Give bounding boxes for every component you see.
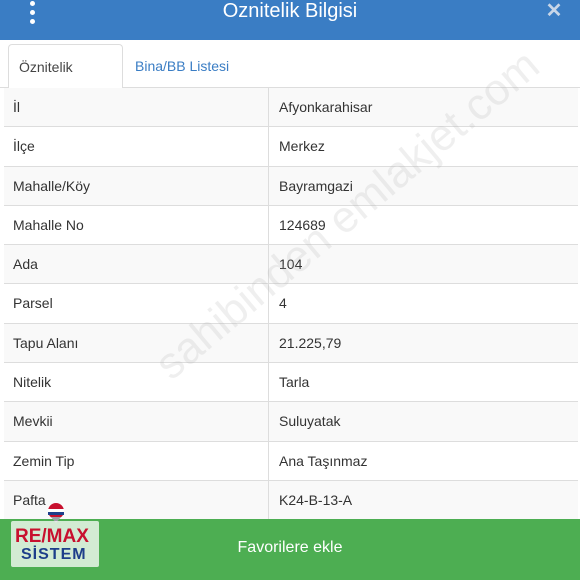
tab-attribute-info[interactable]: Öznitelik Bilgisi <box>8 44 123 119</box>
tab-bar: Öznitelik Bilgisi Bina/BB Listesi <box>0 40 580 119</box>
table-row: İlçe Merkez <box>4 127 578 167</box>
attribute-info-window: Oznitelik Bilgisi ✕ Öznitelik Bilgisi Bi… <box>0 0 580 580</box>
table-row: Parsel 4 <box>4 284 578 324</box>
table-row: Pafta K24-B-13-A <box>4 480 578 521</box>
row-value: Bayramgazi <box>268 166 578 206</box>
row-value: 4 <box>268 284 578 324</box>
table-row: Nitelik Tarla <box>4 363 578 403</box>
row-value: Merkez <box>268 127 578 167</box>
row-key: Nitelik <box>13 374 52 391</box>
window-title: Oznitelik Bilgisi <box>222 0 358 22</box>
table-row: Mahalle/Köy Bayramgazi <box>4 166 578 206</box>
row-value: K24-B-13-A <box>268 480 578 520</box>
table-row: Mahalle No 124689 <box>4 205 578 246</box>
row-value: Tarla <box>268 363 578 403</box>
row-value: 104 <box>268 245 578 285</box>
table-row: Ada 104 <box>4 245 578 285</box>
row-key: Parsel <box>13 295 53 312</box>
row-key: Tapu Alanı <box>13 334 79 351</box>
table-row: Zemin Tip Ana Taşınmaz <box>4 441 578 481</box>
add-to-favorites-button[interactable]: Favorilere ekle <box>0 519 580 577</box>
table-row: Mevkii Suluyatak <box>4 402 578 442</box>
row-key: Mevkii <box>13 413 53 430</box>
row-key: Pafta <box>13 491 46 508</box>
row-value: 124689 <box>268 205 578 245</box>
row-key: Ada <box>13 256 38 273</box>
row-value: Suluyatak <box>268 402 578 442</box>
row-value: Afyonkarahisar <box>268 88 578 127</box>
row-key: Zemin Tip <box>13 452 75 469</box>
tab-building-list[interactable]: Bina/BB Listesi <box>125 44 239 89</box>
row-key: İl <box>13 99 20 115</box>
footer-bar: Favorilere ekle <box>0 519 580 580</box>
row-key: Mahalle No <box>13 216 84 233</box>
row-key: İlçe <box>13 138 35 155</box>
row-value: 21.225,79 <box>268 323 578 363</box>
attribute-table: İl Afyonkarahisar İlçe Merkez Mahalle/Köy B… <box>4 88 578 521</box>
row-key: Mahalle/Köy <box>13 177 91 194</box>
close-icon[interactable]: ✕ <box>544 0 564 22</box>
table-row: Tapu Alanı 21.225,79 <box>4 323 578 364</box>
title-bar: Oznitelik Bilgisi ✕ <box>0 0 580 40</box>
table-row: İl Afyonkarahisar <box>4 88 578 128</box>
row-value: Ana Taşınmaz <box>268 441 578 481</box>
